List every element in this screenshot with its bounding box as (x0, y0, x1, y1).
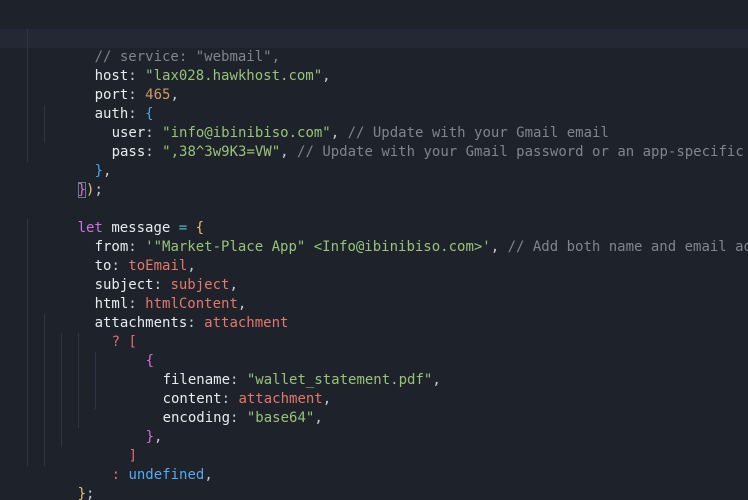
indent-guide (27, 428, 28, 447)
code-line[interactable]: }, (0, 143, 748, 179)
indent-guide (78, 371, 79, 390)
code-line[interactable]: filename: "wallet_statement.pdf", (0, 352, 748, 388)
indent-guide (27, 124, 28, 143)
indent-guide (44, 352, 45, 371)
indent-guide (27, 314, 28, 333)
indent-guide (78, 390, 79, 409)
code-line[interactable]: encoding: "base64", (0, 390, 748, 426)
indent-guide (27, 67, 28, 86)
indent-guide (44, 371, 45, 390)
code-line[interactable]: port: 465, (0, 67, 748, 103)
indent-guide (95, 352, 96, 371)
indent-guide (61, 409, 62, 428)
semicolon: ; (86, 486, 95, 500)
indent-guide (27, 143, 28, 162)
code-line-active[interactable]: // service: "webmail", (0, 29, 748, 65)
code-line[interactable]: ] (0, 428, 748, 464)
indent-guide (44, 314, 45, 333)
indent-guide (78, 409, 79, 428)
code-line[interactable]: : undefined, (0, 447, 748, 483)
indent-guide (44, 333, 45, 352)
code-line[interactable]: { (0, 333, 748, 369)
indent-guide (95, 371, 96, 390)
code-line[interactable]: from: '"Market-Place App" <Info@ibinibis… (0, 219, 748, 255)
code-line[interactable]: html: htmlContent, (0, 276, 748, 312)
code-line[interactable]: host: "lax028.hawkhost.com", (0, 48, 748, 84)
indent-guide (27, 333, 28, 352)
code-line[interactable]: to: toEmail, (0, 238, 748, 274)
code-line[interactable]: ? [ (0, 314, 748, 350)
indent-guide (44, 447, 45, 466)
indent-guide (78, 352, 79, 371)
code-line[interactable]: user: "info@ibinibiso.com", // Update wi… (0, 105, 748, 141)
code-line[interactable]: }; (0, 466, 748, 500)
code-line[interactable]: subject: subject, (0, 257, 748, 293)
indent-guide (78, 333, 79, 352)
indent-guide (44, 390, 45, 409)
indent-guide (27, 29, 28, 48)
indent-guide (27, 86, 28, 105)
code-line[interactable]: let message = { (0, 200, 748, 236)
code-line[interactable]: content: attachment, (0, 371, 748, 407)
indent-guide (61, 352, 62, 371)
code-line-empty[interactable] (0, 181, 748, 200)
code-line[interactable]: }, (0, 409, 748, 445)
indent-guide (27, 352, 28, 371)
indent-guide (95, 390, 96, 409)
indent-guide (44, 409, 45, 428)
code-line[interactable]: let transporter = nodemailer.createTrans… (0, 10, 748, 46)
indent-guide (61, 333, 62, 352)
brace-close: } (77, 486, 87, 500)
indent-guide (27, 276, 28, 295)
indent-guide (44, 428, 45, 447)
indent-guide (27, 371, 28, 390)
indent-guide (61, 371, 62, 390)
indent-guide (27, 257, 28, 276)
code-line[interactable]: attachments: attachment (0, 295, 748, 331)
indent-guide (44, 124, 45, 143)
indent-guide (61, 428, 62, 447)
code-line[interactable]: }); (0, 162, 748, 198)
indent-guide (44, 105, 45, 124)
indent-guide (27, 409, 28, 428)
indent-guide (27, 105, 28, 124)
indent-guide (27, 219, 28, 238)
indent-guide (27, 295, 28, 314)
indent-guide (27, 48, 28, 67)
code-line[interactable]: pass: ",38^3w9K3=VW", // Update with you… (0, 124, 748, 160)
code-editor[interactable]: let transporter = nodemailer.createTrans… (0, 0, 748, 500)
code-line[interactable]: auth: { (0, 86, 748, 122)
indent-guide (27, 390, 28, 409)
indent-guide (27, 447, 28, 466)
indent-guide (61, 390, 62, 409)
indent-guide (27, 238, 28, 257)
